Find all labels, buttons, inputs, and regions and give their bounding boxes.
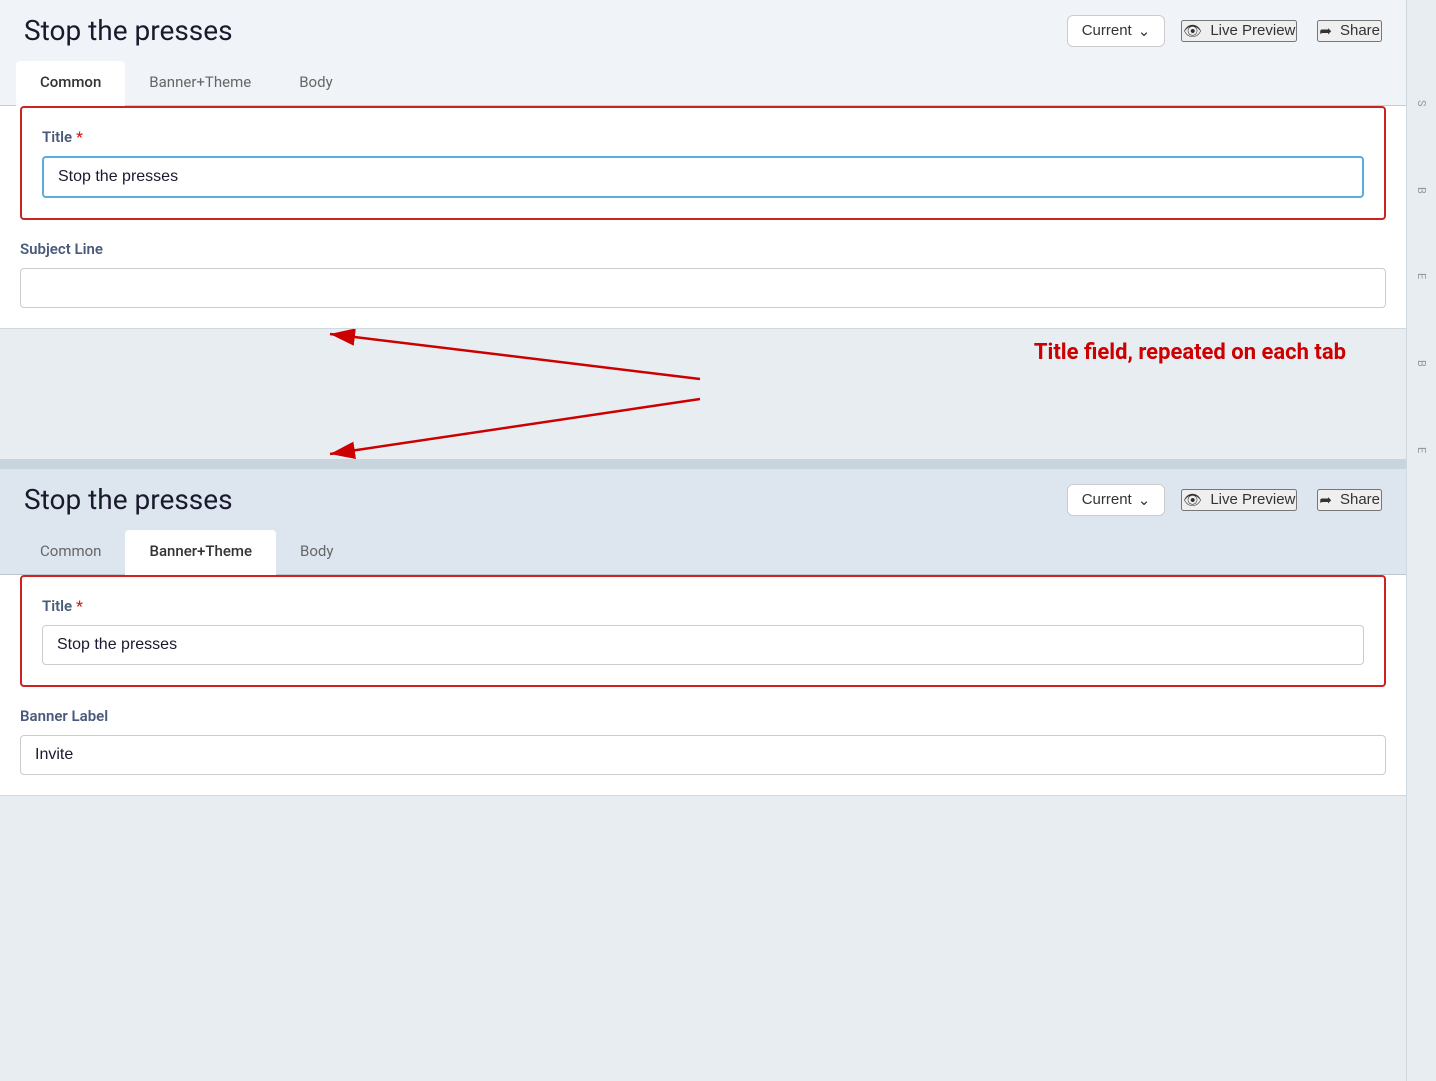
annotation-area: Title field, repeated on each tab <box>0 329 1406 459</box>
top-header: Stop the presses Current ⌄ 👁 Live Previe… <box>0 0 1406 61</box>
annotation-arrows-svg <box>0 329 1406 459</box>
top-tab-banner-theme[interactable]: Banner+Theme <box>125 61 275 105</box>
right-sidebar: S B E B E <box>1406 0 1436 1081</box>
bottom-title-required-star: * <box>76 597 83 615</box>
top-eye-icon: 👁 <box>1183 22 1202 40</box>
bottom-chevron-icon: ⌄ <box>1138 491 1151 509</box>
sidebar-label-1: S <box>1415 100 1428 107</box>
annotation-label: Title field, repeated on each tab <box>1034 339 1346 368</box>
top-share-label: Share <box>1340 22 1380 39</box>
bottom-page-title: Stop the presses <box>24 483 1051 516</box>
bottom-header: Stop the presses Current ⌄ 👁 Live Previe… <box>0 469 1406 530</box>
sidebar-label-2: B <box>1415 187 1428 194</box>
top-version-label: Current <box>1082 22 1132 39</box>
top-subject-line-input[interactable] <box>20 268 1386 308</box>
bottom-title-section: Title* <box>20 575 1386 687</box>
bottom-share-icon: ➦ <box>1319 491 1332 509</box>
bottom-tab-common[interactable]: Common <box>16 530 125 574</box>
bottom-live-preview-label: Live Preview <box>1210 491 1295 508</box>
bottom-title-input[interactable] <box>42 625 1364 665</box>
top-page-title: Stop the presses <box>24 14 1051 47</box>
bottom-banner-label-section: Banner Label <box>0 707 1406 795</box>
bottom-banner-label-label: Banner Label <box>20 707 1386 725</box>
top-tab-body[interactable]: Body <box>275 61 356 105</box>
sidebar-label-3: E <box>1415 273 1428 279</box>
sidebar-label-4: B <box>1415 360 1428 367</box>
top-version-dropdown[interactable]: Current ⌄ <box>1067 15 1166 47</box>
top-tabs: Common Banner+Theme Body <box>0 61 1406 106</box>
bottom-live-preview-button[interactable]: 👁 Live Preview <box>1181 489 1297 511</box>
top-title-section: Title* <box>20 106 1386 220</box>
sidebar-label-5: E <box>1415 447 1428 453</box>
bottom-header-actions: 👁 Live Preview ➦ Share <box>1181 489 1382 511</box>
panel-divider <box>0 459 1406 469</box>
bottom-tab-banner-theme[interactable]: Banner+Theme <box>125 530 276 575</box>
top-title-input[interactable] <box>42 156 1364 198</box>
top-share-icon: ➦ <box>1319 22 1332 40</box>
top-header-actions: 👁 Live Preview ➦ Share <box>1181 20 1382 42</box>
bottom-share-label: Share <box>1340 491 1380 508</box>
bottom-eye-icon: 👁 <box>1183 491 1202 509</box>
bottom-share-button[interactable]: ➦ Share <box>1317 489 1382 511</box>
top-title-label: Title* <box>42 128 1364 146</box>
bottom-tabs: Common Banner+Theme Body <box>0 530 1406 575</box>
bottom-version-dropdown[interactable]: Current ⌄ <box>1067 484 1166 516</box>
top-chevron-icon: ⌄ <box>1138 22 1151 40</box>
top-title-required-star: * <box>76 128 83 146</box>
top-live-preview-button[interactable]: 👁 Live Preview <box>1181 20 1297 42</box>
top-share-button[interactable]: ➦ Share <box>1317 20 1382 42</box>
top-tab-common[interactable]: Common <box>16 61 125 106</box>
top-subject-label: Subject Line <box>20 240 1386 258</box>
bottom-version-label: Current <box>1082 491 1132 508</box>
bottom-title-label: Title* <box>42 597 1364 615</box>
bottom-tab-body[interactable]: Body <box>276 530 357 574</box>
top-subject-line-section: Subject Line <box>0 240 1406 328</box>
top-live-preview-label: Live Preview <box>1210 22 1295 39</box>
bottom-banner-label-input[interactable] <box>20 735 1386 775</box>
